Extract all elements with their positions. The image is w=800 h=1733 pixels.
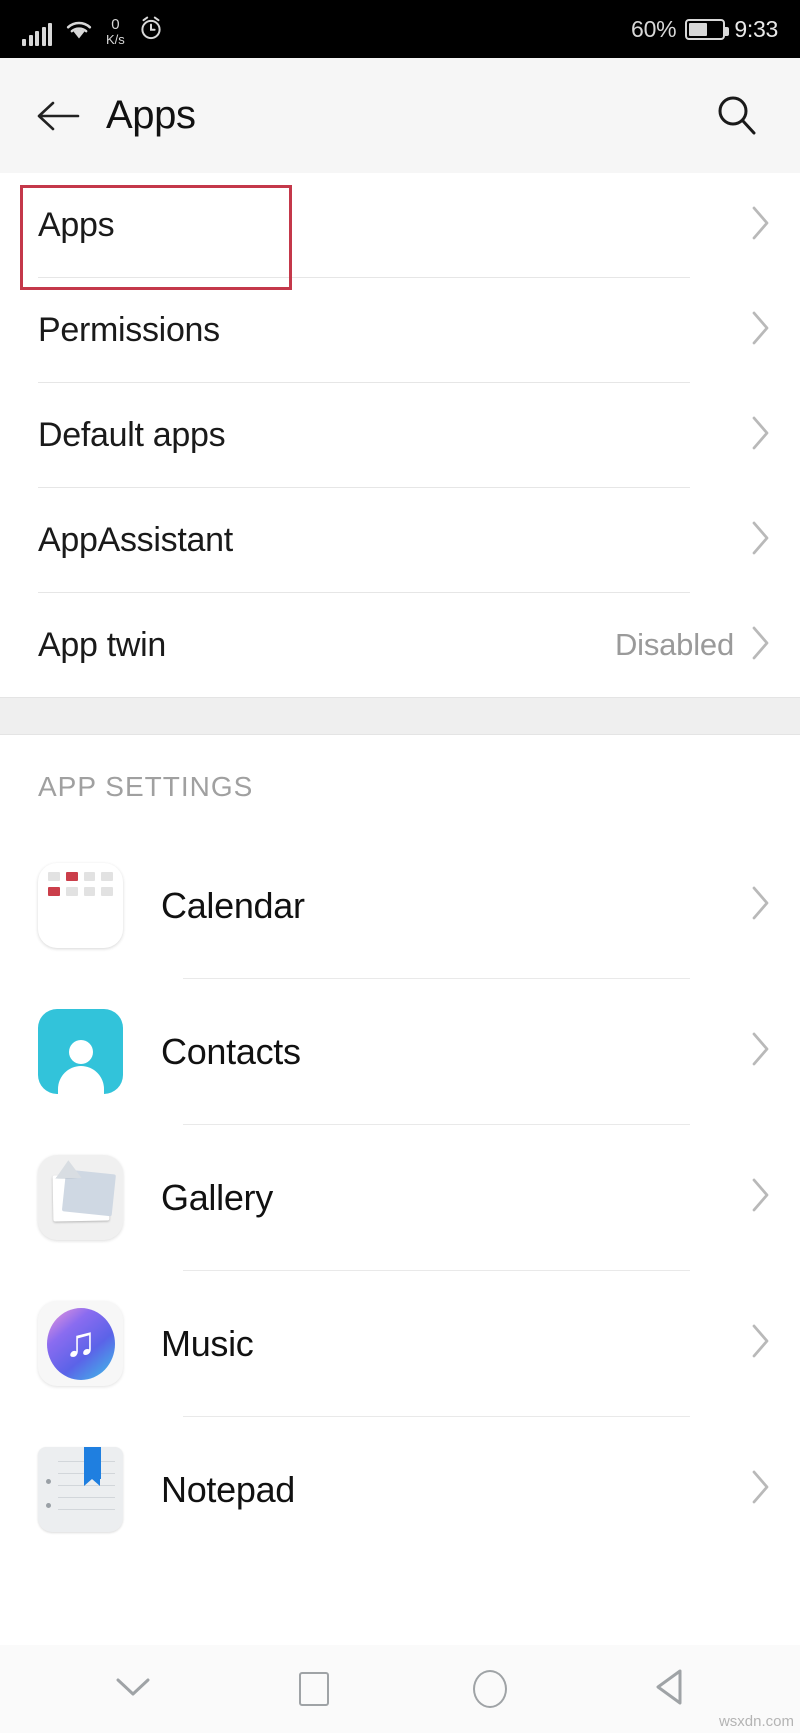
chevron-right-icon — [750, 1176, 772, 1219]
back-triangle-icon[interactable] — [652, 1667, 688, 1712]
status-bar: 0 K/s 60% 9:33 — [0, 0, 800, 58]
signal-bars-icon — [22, 23, 52, 46]
search-icon[interactable] — [708, 87, 766, 145]
app-row-notepad[interactable]: Notepad — [0, 1417, 800, 1562]
app-row-music[interactable]: ♫ Music — [0, 1271, 800, 1416]
notepad-app-icon — [38, 1447, 123, 1532]
settings-list: Apps Permissions Default apps AppAssista… — [0, 173, 800, 697]
app-row-gallery[interactable]: Gallery — [0, 1125, 800, 1270]
app-row-calendar[interactable]: Calendar — [0, 833, 800, 978]
gallery-app-icon — [38, 1155, 123, 1240]
chevron-right-icon — [750, 1322, 772, 1365]
chevron-right-icon — [750, 1468, 772, 1511]
app-row-label: Notepad — [161, 1468, 296, 1510]
chevron-right-icon — [750, 884, 772, 927]
settings-row-value: Disabled — [614, 627, 734, 662]
status-bar-right: 60% 9:33 — [631, 16, 778, 43]
recents-square-icon[interactable] — [298, 1672, 329, 1706]
app-settings-section-title: APP SETTINGS — [0, 735, 800, 833]
settings-row-label: Default apps — [38, 415, 226, 454]
chevron-right-icon — [750, 624, 772, 667]
settings-row-label: App twin — [38, 625, 167, 664]
wifi-icon — [65, 19, 93, 46]
app-row-contacts[interactable]: Contacts — [0, 979, 800, 1124]
chevron-down-icon[interactable] — [112, 1674, 154, 1705]
settings-row-permissions[interactable]: Permissions — [0, 278, 800, 382]
settings-row-label: Permissions — [38, 310, 220, 349]
status-bar-clock: 9:33 — [734, 15, 778, 42]
network-speed-indicator: 0 K/s — [106, 17, 125, 46]
app-row-label: Calendar — [161, 884, 305, 926]
settings-row-appassistant[interactable]: AppAssistant — [0, 488, 800, 592]
app-row-label: Gallery — [161, 1176, 273, 1218]
home-circle-icon[interactable] — [473, 1670, 508, 1708]
chevron-right-icon — [750, 414, 772, 457]
chevron-right-icon — [750, 1030, 772, 1073]
status-bar-left: 0 K/s — [22, 12, 164, 46]
settings-row-default-apps[interactable]: Default apps — [0, 383, 800, 487]
music-app-icon: ♫ — [38, 1301, 123, 1386]
chevron-right-icon — [750, 519, 772, 562]
app-header: Apps — [0, 58, 800, 173]
back-arrow-icon[interactable] — [30, 87, 88, 145]
chevron-right-icon — [750, 309, 772, 352]
battery-icon — [685, 18, 730, 40]
contacts-app-icon — [38, 1009, 123, 1094]
app-row-label: Music — [161, 1322, 254, 1364]
watermark: wsxdn.com — [718, 1713, 794, 1730]
battery-percent-label: 60% — [630, 15, 677, 42]
system-navigation-bar — [0, 1645, 800, 1733]
page-title: Apps — [106, 93, 196, 137]
settings-row-app-twin[interactable]: App twin Disabled — [0, 593, 800, 697]
settings-row-label: Apps — [38, 205, 115, 244]
settings-row-label: AppAssistant — [38, 520, 233, 559]
section-separator — [0, 697, 800, 735]
network-speed-value: 0 — [111, 16, 120, 33]
network-speed-unit: K/s — [106, 32, 125, 47]
alarm-clock-icon — [138, 15, 164, 46]
chevron-right-icon — [750, 204, 772, 247]
settings-row-apps[interactable]: Apps — [0, 173, 800, 277]
app-row-label: Contacts — [161, 1030, 301, 1072]
calendar-app-icon — [38, 863, 123, 948]
